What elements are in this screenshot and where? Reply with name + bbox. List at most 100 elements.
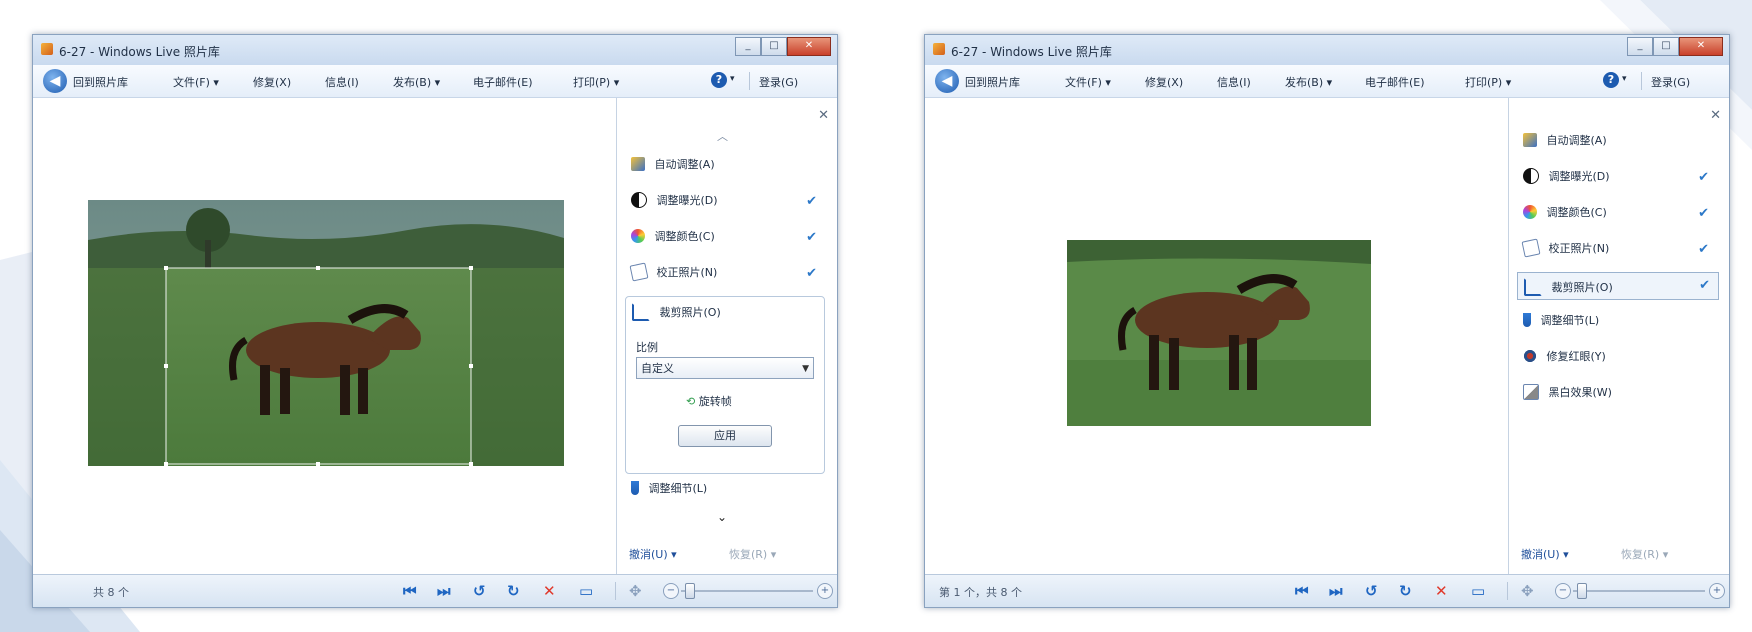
fit-icon[interactable]: ✥ [1521, 583, 1534, 599]
undo-button[interactable]: 撤消(U) ▾ [629, 546, 677, 562]
menu-info[interactable]: 信息(I) [1217, 74, 1251, 90]
minimize-button[interactable]: _ [1627, 37, 1653, 56]
pane-item-auto-adjust[interactable]: 自动调整(A) [1523, 132, 1719, 154]
pane-item-crop[interactable]: 裁剪照片(O) ✔ [1517, 272, 1719, 300]
help-icon[interactable]: ? [1603, 72, 1619, 88]
app-icon [933, 43, 945, 55]
magic-wand-icon [631, 157, 645, 171]
detail-icon [631, 481, 639, 495]
status-text: 共 8 个 [93, 586, 129, 599]
zoom-slider-thumb[interactable] [685, 583, 695, 599]
zoom-out-icon[interactable]: − [1555, 583, 1571, 599]
redo-button[interactable]: 恢复(R) ▾ [729, 546, 776, 562]
delete-icon[interactable]: ✕ [1435, 583, 1448, 599]
color-wheel-icon [1523, 205, 1537, 219]
zoom-in-icon[interactable]: + [817, 583, 833, 599]
help-icon[interactable]: ? [711, 72, 727, 88]
magic-wand-icon [1523, 133, 1537, 147]
menu-info[interactable]: 信息(I) [325, 74, 359, 90]
last-photo-icon[interactable]: ⏭ [437, 583, 451, 599]
menu-bar: ◀ 回到照片库 文件(F) ▾ 修复(X) 信息(I) 发布(B) ▾ 电子邮件… [33, 65, 837, 98]
menu-publish[interactable]: 发布(B) ▾ [1285, 74, 1332, 90]
menu-back-to-gallery[interactable]: 回到照片库 [73, 74, 128, 90]
pane-item-bw-effect[interactable]: 黑白效果(W) [1523, 384, 1719, 406]
menu-back-to-gallery[interactable]: 回到照片库 [965, 74, 1020, 90]
redo-button[interactable]: 恢复(R) ▾ [1621, 546, 1668, 562]
scroll-down-icon[interactable]: ⌄ [717, 510, 727, 524]
pane-item-auto-adjust[interactable]: 自动调整(A) [631, 156, 827, 178]
zoom-slider[interactable] [681, 590, 813, 592]
photo-display-area [925, 98, 1508, 574]
menu-login[interactable]: 登录(G) [1651, 74, 1690, 90]
status-bar: 第 1 个，共 8 个 ⏮ ⏭ ↺ ↻ ✕ ▭ ✥ − + [925, 574, 1729, 607]
apply-button[interactable]: 应用 [678, 425, 772, 447]
pane-item-detail[interactable]: 调整细节(L) [631, 480, 827, 502]
title-bar: 6-27 - Windows Live 照片库 _ □ ✕ [925, 35, 1729, 66]
checkmark-icon: ✔ [1698, 242, 1709, 257]
cropped-horse-photo [1067, 240, 1371, 426]
menu-login[interactable]: 登录(G) [759, 74, 798, 90]
menu-print[interactable]: 打印(P) ▾ [1465, 74, 1511, 90]
crop-panel: 裁剪照片(O) 比例 自定义 ▼ ⟲ 旋转帧 应用 [625, 296, 825, 474]
menu-fix[interactable]: 修复(X) [253, 74, 291, 90]
pane-item-straighten[interactable]: 校正照片(N) ✔ [1521, 238, 1719, 262]
status-bar: 共 8 个 ⏮ ⏭ ↺ ↻ ✕ ▭ ✥ − + [33, 574, 837, 607]
pane-item-crop[interactable]: 裁剪照片(O) [632, 303, 818, 325]
straighten-icon [1521, 238, 1541, 258]
delete-icon[interactable]: ✕ [543, 583, 556, 599]
maximize-button[interactable]: □ [761, 37, 787, 56]
close-icon[interactable]: ✕ [818, 108, 829, 123]
back-arrow-icon[interactable]: ◀ [935, 69, 959, 93]
menu-bar: ◀ 回到照片库 文件(F) ▾ 修复(X) 信息(I) 发布(B) ▾ 电子邮件… [925, 65, 1729, 98]
zoom-slider-thumb[interactable] [1577, 583, 1587, 599]
pane-item-detail[interactable]: 调整细节(L) [1523, 312, 1719, 334]
menu-publish[interactable]: 发布(B) ▾ [393, 74, 440, 90]
pane-item-color[interactable]: 调整颜色(C) ✔ [631, 228, 827, 250]
pane-item-exposure[interactable]: 调整曝光(D) ✔ [1523, 168, 1719, 190]
minimize-button[interactable]: _ [735, 37, 761, 56]
menu-print[interactable]: 打印(P) ▾ [573, 74, 619, 90]
photo-gallery-window-left: 6-27 - Windows Live 照片库 _ □ ✕ ◀ 回到照片库 文件… [32, 34, 838, 608]
scroll-up-icon[interactable]: ︿ [717, 128, 728, 144]
ratio-label: 比例 [636, 341, 658, 354]
close-icon[interactable]: ✕ [1710, 108, 1721, 123]
app-icon [41, 43, 53, 55]
maximize-button[interactable]: □ [1653, 37, 1679, 56]
rotate-frame-button[interactable]: ⟲ 旋转帧 [686, 393, 732, 409]
rotate-left-icon[interactable]: ↺ [473, 583, 486, 599]
pane-item-color[interactable]: 调整颜色(C) ✔ [1523, 204, 1719, 226]
crop-icon [632, 303, 650, 321]
zoom-in-icon[interactable]: + [1709, 583, 1725, 599]
rotate-right-icon[interactable]: ↻ [507, 583, 520, 599]
checkmark-icon: ✔ [1698, 170, 1709, 185]
menu-file[interactable]: 文件(F) ▾ [173, 74, 219, 90]
pane-item-red-eye[interactable]: 修复红眼(Y) [1523, 348, 1719, 370]
zoom-slider[interactable] [1573, 590, 1705, 592]
first-photo-icon[interactable]: ⏮ [403, 583, 417, 599]
slideshow-icon[interactable]: ▭ [1471, 583, 1485, 599]
pane-item-exposure[interactable]: 调整曝光(D) ✔ [631, 192, 827, 214]
undo-button[interactable]: 撤消(U) ▾ [1521, 546, 1569, 562]
edit-pane: ✕ 自动调整(A) 调整曝光(D) ✔ 调整颜色(C) ✔ 校正照片(N) ✔ … [1508, 98, 1729, 574]
pane-item-straighten[interactable]: 校正照片(N) ✔ [629, 262, 827, 286]
red-eye-icon [1523, 349, 1537, 363]
rotate-left-icon[interactable]: ↺ [1365, 583, 1378, 599]
slideshow-icon[interactable]: ▭ [579, 583, 593, 599]
menu-email[interactable]: 电子邮件(E) [473, 74, 533, 90]
menu-email[interactable]: 电子邮件(E) [1365, 74, 1425, 90]
close-window-button[interactable]: ✕ [787, 37, 831, 56]
rotate-right-icon[interactable]: ↻ [1399, 583, 1412, 599]
last-photo-icon[interactable]: ⏭ [1329, 583, 1343, 599]
menu-fix[interactable]: 修复(X) [1145, 74, 1183, 90]
zoom-out-icon[interactable]: − [663, 583, 679, 599]
status-text: 第 1 个，共 8 个 [939, 586, 1022, 599]
fit-icon[interactable]: ✥ [629, 583, 642, 599]
window-title: 6-27 - Windows Live 照片库 [951, 45, 1112, 59]
ratio-select[interactable]: 自定义 ▼ [636, 357, 814, 379]
close-window-button[interactable]: ✕ [1679, 37, 1723, 56]
menu-file[interactable]: 文件(F) ▾ [1065, 74, 1111, 90]
back-arrow-icon[interactable]: ◀ [43, 69, 67, 93]
checkmark-icon: ✔ [1699, 278, 1710, 293]
exposure-icon [631, 192, 647, 208]
first-photo-icon[interactable]: ⏮ [1295, 583, 1309, 599]
